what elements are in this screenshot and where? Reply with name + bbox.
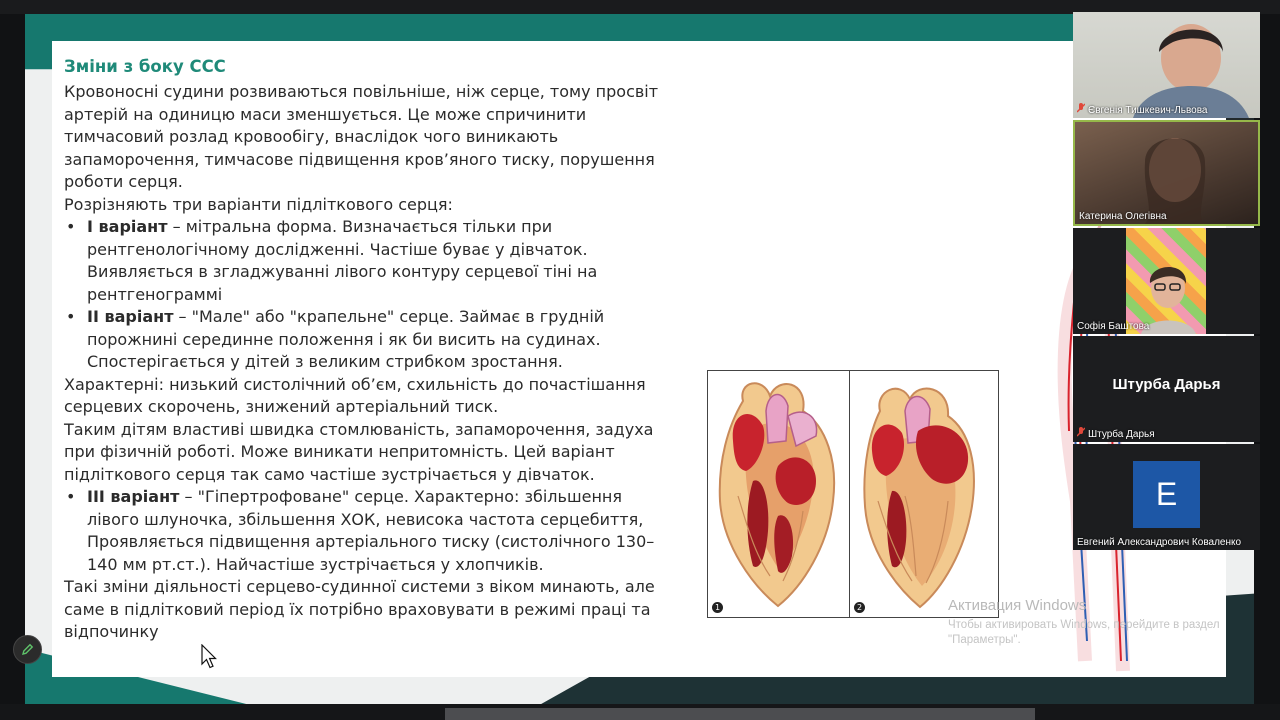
text-line: відпочинку xyxy=(64,622,159,641)
text-line: – "Гіпертрофоване" серце. Характерно: зб… xyxy=(179,487,622,506)
text-line: артерій на одиницю маси зменшується. Це … xyxy=(64,104,587,124)
variant-label: II варіант xyxy=(87,307,174,326)
text-line: Кровоносні судини розвиваються повільніш… xyxy=(64,82,659,101)
text-line: порожнині серединне положення і як би ви… xyxy=(87,329,601,349)
participant-name: Софія Баштова xyxy=(1077,321,1150,332)
watermark-line: "Параметры". xyxy=(948,634,1021,646)
text-line: – "Мале" або "крапельне" серце. Займає в… xyxy=(173,307,605,326)
watermark-title: Активация Windows xyxy=(948,597,1087,614)
list-item-variant-1: • I варіант – мітральна форма. Визначаєт… xyxy=(64,216,704,306)
heart-drawing xyxy=(863,387,975,609)
participant-name: Катерина Олегівна xyxy=(1079,211,1167,222)
toolbar-hover-strip[interactable] xyxy=(445,708,1035,720)
variant-list: • III варіант – "Гіпертрофоване" серце. … xyxy=(64,486,704,576)
heart-illustration-1: 1 xyxy=(708,371,848,617)
text-line: Виявляється в згладжуванні лівого контур… xyxy=(87,262,598,281)
participant-display-name: Штурба Дарья xyxy=(1112,376,1221,393)
text-line: – мітральна форма. Визначається тільки п… xyxy=(167,217,553,236)
participant-tile[interactable]: Штурба Дарья Штурба Дарья xyxy=(1073,336,1260,442)
bullet-icon: • xyxy=(66,217,76,236)
avatar: E xyxy=(1133,461,1200,528)
bullet-icon: • xyxy=(66,307,76,326)
slide-body-text: Кровоносні судини розвиваються повільніш… xyxy=(64,81,704,644)
text-line: Таким дітям властиві швидка стомлюваніст… xyxy=(64,419,654,439)
text-line: запаморочення, тимчасове підвищення кров… xyxy=(64,149,655,169)
annotate-button[interactable] xyxy=(13,635,42,664)
mic-muted-icon xyxy=(1077,427,1085,437)
text-line: саме в підлітковий період їх потрібно вр… xyxy=(64,599,651,619)
text-line: серцевих скорочень, знижений артеріальни… xyxy=(64,397,499,416)
participant-name: Штурба Дарья xyxy=(1077,427,1155,440)
text-line: Спостерігається у дітей з великим стрибк… xyxy=(87,352,563,371)
pencil-icon xyxy=(22,643,34,655)
text-line: при фізичній роботі. Може виникати непри… xyxy=(64,442,615,461)
windows-activation-watermark: Активация Windows Чтобы активировать Win… xyxy=(948,597,1248,648)
presentation-slide: Зміни з боку ССС Кровоносні судини розви… xyxy=(52,41,1226,677)
participant-tile-active-speaker[interactable]: Катерина Олегівна xyxy=(1073,120,1260,226)
meeting-bottom-bar xyxy=(0,704,1280,720)
heart-illustration-2: 2 xyxy=(850,371,990,617)
slide-title: Зміни з боку ССС xyxy=(64,57,226,76)
participant-name: Евгений Александрович Коваленко xyxy=(1077,537,1242,548)
watermark-line: Чтобы активировать Windows, перейдите в … xyxy=(948,619,1220,631)
bullet-icon: • xyxy=(66,487,76,506)
heart-illustration-figure: 1 2 xyxy=(707,370,999,618)
text-line: тимчасовий розлад кровообігу, внаслідок … xyxy=(64,127,559,146)
text-line: підліткового серця так само частіше зуст… xyxy=(64,464,595,484)
participant-portrait xyxy=(1141,266,1196,334)
variant-list: • I варіант – мітральна форма. Визначаєт… xyxy=(64,216,704,374)
figure-label-1: 1 xyxy=(712,602,723,613)
text-line: роботи серця. xyxy=(64,172,183,191)
mic-muted-icon xyxy=(1077,103,1085,113)
screen-share-view: Зміни з боку ССС Кровоносні судини розви… xyxy=(25,14,1254,704)
mouse-cursor-icon xyxy=(201,644,217,669)
text-line: рентгенологічному дослідженні. Частіше б… xyxy=(87,239,588,259)
variant-label: I варіант xyxy=(87,217,168,236)
text-line: 140 мм рт.ст.). Найчастіше зустрічається… xyxy=(87,554,544,574)
text-line: лівого шлуночка, збільшення ХОК, невисок… xyxy=(87,509,644,529)
figure-label-2: 2 xyxy=(854,602,865,613)
text-line: Проявляється підвищення артеріального ти… xyxy=(87,532,655,551)
text-line: Розрізняють три варіанти підліткового се… xyxy=(64,194,453,214)
participant-video xyxy=(1144,138,1206,224)
participant-tile[interactable]: Софія Баштова xyxy=(1073,228,1260,334)
participant-tile[interactable]: E Евгений Александрович Коваленко xyxy=(1073,444,1260,550)
text-line: рентгенограммі xyxy=(87,284,223,304)
list-item-variant-2: • II варіант – "Мале" або "крапельне" се… xyxy=(64,306,704,374)
list-item-variant-3: • III варіант – "Гіпертрофоване" серце. … xyxy=(64,486,704,576)
participant-name: Євгенія Тишкевич-Львова xyxy=(1077,103,1208,116)
heart-drawing xyxy=(718,382,836,608)
participant-tile[interactable]: Євгенія Тишкевич-Львова xyxy=(1073,12,1260,118)
text-line: Характерні: низький систолічний об’єм, с… xyxy=(64,374,646,394)
text-line: Такі зміни діяльності серцево-судинної с… xyxy=(64,577,655,596)
variant-label: III варіант xyxy=(87,487,180,506)
participant-video xyxy=(1126,228,1206,334)
